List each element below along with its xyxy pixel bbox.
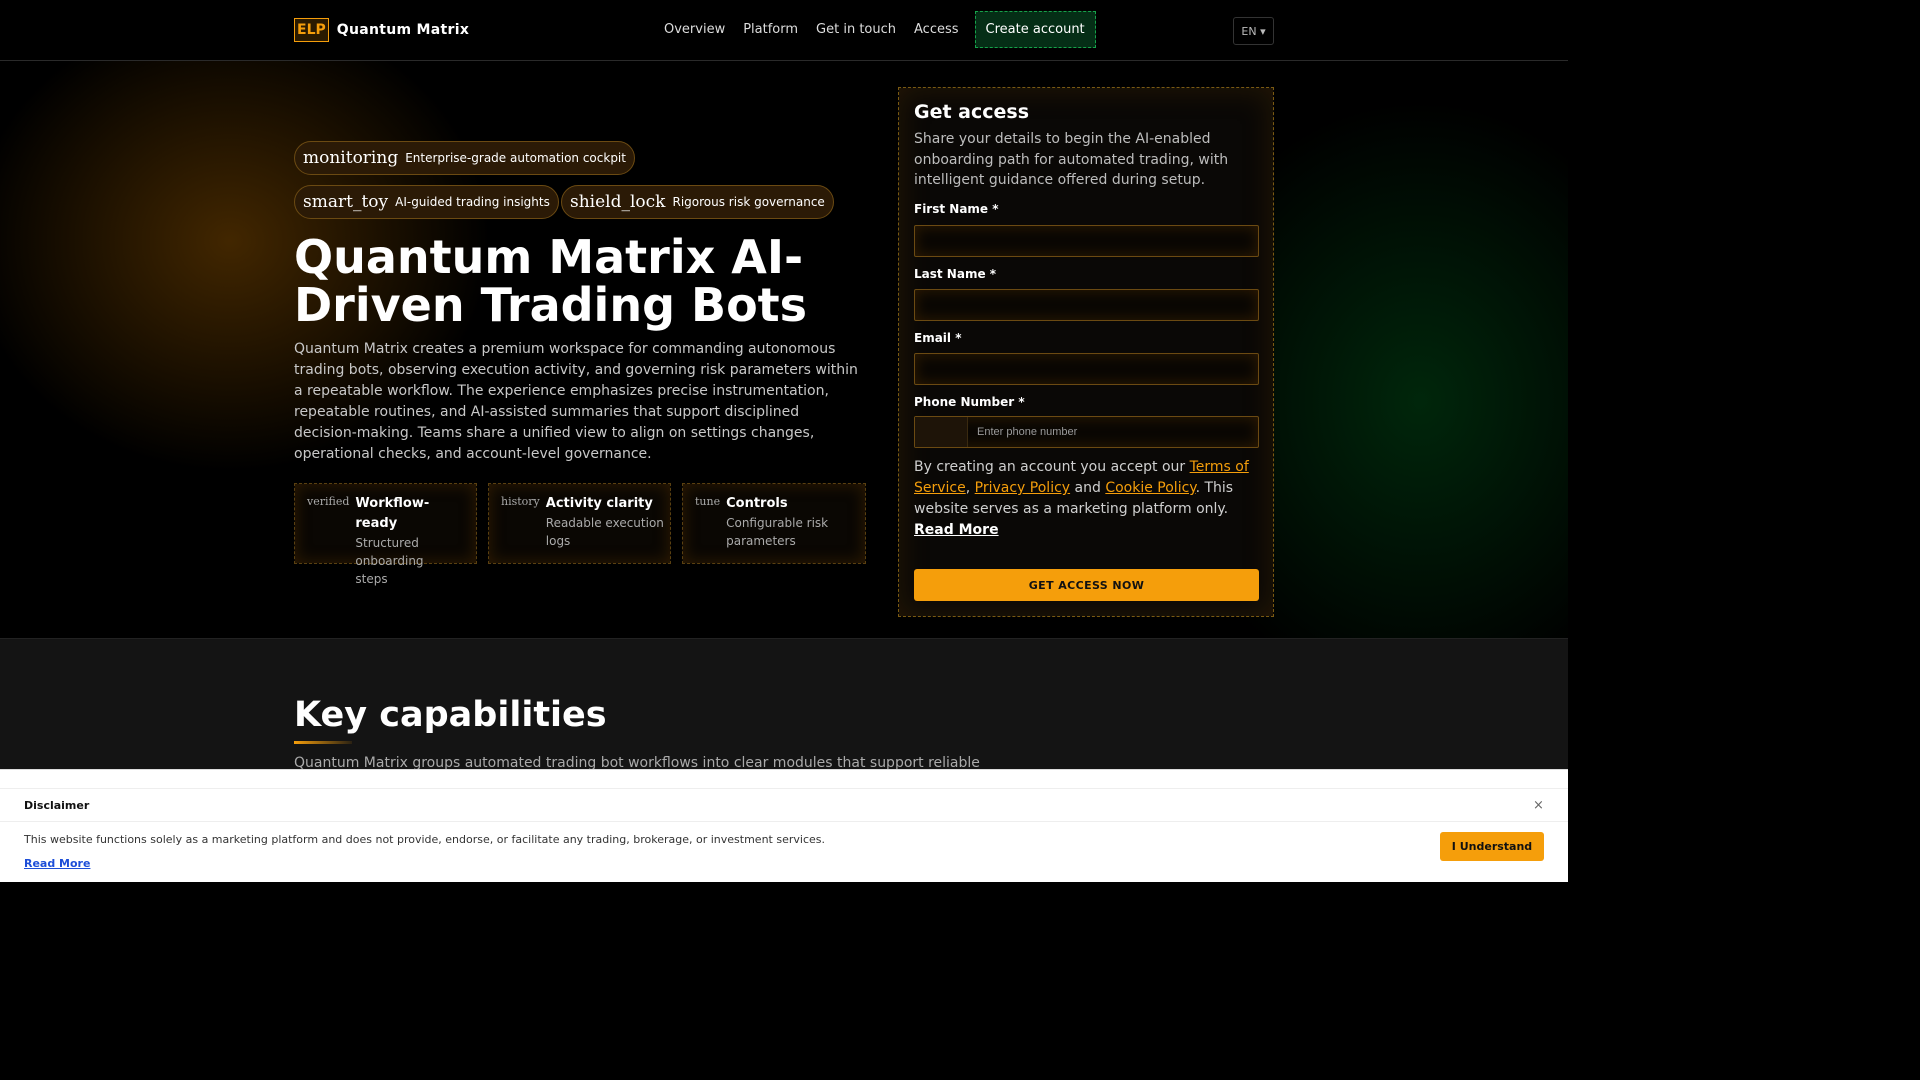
feature-title: Activity clarity	[545, 496, 653, 511]
verified-icon: verified	[307, 495, 350, 508]
read-more-link[interactable]: Read More	[914, 522, 999, 538]
feature-subtitle: Configurable risk parameters	[726, 516, 829, 548]
feature-subtitle: Structured onboarding steps	[355, 536, 424, 586]
form-description: Share your details to begin the AI-enabl…	[914, 131, 1229, 188]
first-name-label: First Name *	[914, 202, 999, 216]
brand-name: Quantum Matrix	[336, 22, 470, 38]
privacy-policy-link[interactable]: Privacy Policy	[975, 480, 1070, 496]
disclaimer-text: This website functions solely as a marke…	[24, 833, 825, 846]
terms-notice: By creating an account you accept our Te…	[914, 457, 1259, 541]
cookie-policy-link[interactable]: Cookie Policy	[1105, 480, 1195, 496]
disclaimer-title: Disclaimer	[24, 799, 90, 812]
terms-text: By creating an account you accept our	[914, 459, 1190, 475]
hero-title: Quantum Matrix AI-Driven Trading Bots	[294, 230, 808, 332]
logo-mark: ELP	[294, 18, 329, 42]
chip-automation-cockpit: monitoring Enterprise-grade automation c…	[294, 141, 635, 175]
get-access-form: Get access Share your details to begin t…	[898, 87, 1274, 617]
hero-description: Quantum Matrix creates a premium workspa…	[294, 341, 858, 462]
site-header: ELP Quantum Matrix Overview Platform Get…	[0, 0, 1568, 61]
first-name-input[interactable]	[914, 225, 1259, 257]
last-name-input[interactable]	[914, 289, 1259, 321]
phone-field	[914, 416, 1259, 448]
phone-input[interactable]	[968, 417, 1258, 447]
disclaimer-read-more-link[interactable]: Read More	[24, 857, 90, 870]
hero-section: monitoring Enterprise-grade automation c…	[0, 61, 1568, 638]
smart-toy-icon: smart_toy	[303, 192, 389, 212]
nav-overview[interactable]: Overview	[664, 22, 725, 37]
feature-subtitle: Readable execution logs	[545, 516, 664, 548]
tune-icon: tune	[695, 495, 721, 508]
disclaimer-banner: Disclaimer × This website functions sole…	[0, 769, 1568, 882]
history-icon: history	[501, 495, 540, 508]
nav-get-in-touch[interactable]: Get in touch	[816, 22, 896, 37]
phone-country-select[interactable]	[915, 417, 968, 447]
nav-access[interactable]: Access	[914, 22, 959, 37]
feature-controls: tune Controls Configurable risk paramete…	[682, 483, 866, 564]
language-select[interactable]: EN ▾	[1233, 17, 1274, 45]
chip-risk-governance: shield_lock Rigorous risk governance	[561, 185, 834, 219]
chip-label: Rigorous risk governance	[672, 195, 825, 209]
email-label: Email *	[914, 331, 962, 345]
terms-text: ,	[965, 480, 975, 496]
logo[interactable]: ELP Quantum Matrix	[294, 18, 469, 42]
monitoring-icon: monitoring	[303, 148, 399, 168]
title-underline	[294, 741, 352, 744]
feature-activity-clarity: history Activity clarity Readable execut…	[488, 483, 671, 564]
chip-label: Enterprise-grade automation cockpit	[405, 151, 626, 165]
email-input[interactable]	[914, 353, 1259, 385]
close-icon[interactable]: ×	[1533, 798, 1544, 813]
chip-trading-insights: smart_toy AI-guided trading insights	[294, 185, 559, 219]
get-access-button[interactable]: GET ACCESS NOW	[914, 569, 1259, 601]
disclaimer-header: Disclaimer ×	[0, 788, 1568, 822]
chip-label: AI-guided trading insights	[395, 195, 550, 209]
nav-platform[interactable]: Platform	[743, 22, 798, 37]
last-name-label: Last Name *	[914, 267, 997, 281]
feature-title: Workflow-ready	[355, 496, 430, 531]
feature-title: Controls	[726, 496, 788, 511]
i-understand-button[interactable]: I Understand	[1440, 832, 1544, 861]
shield-lock-icon: shield_lock	[570, 192, 666, 212]
phone-label: Phone Number *	[914, 395, 1025, 409]
capabilities-title: Key capabilities	[294, 695, 607, 735]
main-nav: Overview Platform Get in touch Access Cr…	[664, 11, 1096, 48]
create-account-button[interactable]: Create account	[974, 11, 1096, 48]
feature-workflow-ready: verified Workflow-ready Structured onboa…	[294, 483, 477, 586]
terms-text: and	[1070, 480, 1106, 496]
form-title: Get access	[914, 101, 1030, 123]
